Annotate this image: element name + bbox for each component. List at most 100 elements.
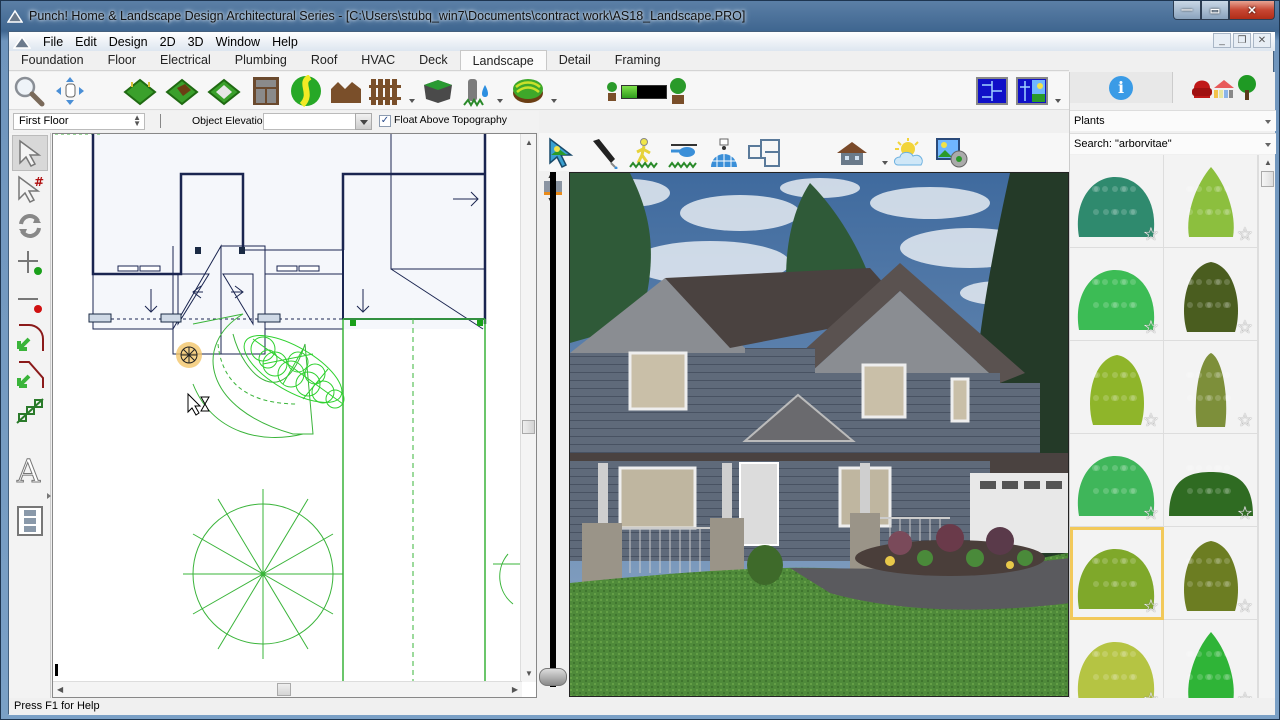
doc-restore-button[interactable]: ❐ xyxy=(1233,33,1251,48)
scroll-left-icon[interactable]: ◀ xyxy=(57,685,63,694)
planting-bed-shrubs[interactable] xyxy=(234,322,351,415)
tab-framing[interactable]: Framing xyxy=(603,51,673,70)
menu-file[interactable]: File xyxy=(37,35,69,49)
close-button[interactable]: ✕ xyxy=(1229,1,1275,20)
minimize-button[interactable]: — xyxy=(1173,1,1201,20)
text-tool-flyout[interactable] xyxy=(47,493,51,499)
scroll-down-icon[interactable]: ▼ xyxy=(525,669,533,678)
curve-edge-icon[interactable] xyxy=(12,319,48,355)
cabinet-icon[interactable] xyxy=(249,75,283,107)
library-scrollbar[interactable]: ▲ ▼ xyxy=(1258,155,1275,711)
tab-landscape[interactable]: Landscape xyxy=(459,50,547,70)
add-point-icon[interactable] xyxy=(12,245,48,281)
split-view-icon[interactable] xyxy=(1015,75,1049,107)
sprinkler-icon[interactable] xyxy=(461,75,495,107)
select-3d-icon[interactable] xyxy=(545,137,579,169)
planting-bed-icon[interactable] xyxy=(165,75,199,107)
camera-height-knob[interactable] xyxy=(539,668,567,686)
tree-symbol[interactable] xyxy=(183,489,343,659)
pad-icon[interactable] xyxy=(207,75,241,107)
house-view-dropdown[interactable] xyxy=(882,161,888,165)
plant-item[interactable]: ☆ xyxy=(1070,248,1164,341)
favorite-star-icon[interactable]: ☆ xyxy=(1143,596,1159,617)
doc-minimize-button[interactable]: _ xyxy=(1213,33,1231,48)
topography-dropdown[interactable] xyxy=(551,99,557,103)
scroll-right-icon[interactable]: ▶ xyxy=(512,685,518,694)
plant-item[interactable]: ☆ xyxy=(1164,341,1258,434)
walkthrough-icon[interactable] xyxy=(627,137,661,169)
plan-drawing[interactable] xyxy=(53,134,537,698)
menu-window[interactable]: Window xyxy=(210,35,266,49)
favorite-star-icon[interactable]: ☆ xyxy=(1237,410,1253,431)
plant-age-slider[interactable] xyxy=(621,85,667,99)
search-select[interactable]: Search: "arborvitae" xyxy=(1070,133,1276,154)
select-multiple-icon[interactable]: # xyxy=(12,171,48,207)
fly-helicopter-icon[interactable] xyxy=(667,137,701,169)
plant-item[interactable]: ☆ xyxy=(1164,248,1258,341)
tab-roof[interactable]: Roof xyxy=(299,51,349,70)
title-bar[interactable]: Punch! Home & Landscape Design Architect… xyxy=(1,1,1280,31)
floor-select[interactable]: First Floor ▲ ▼ xyxy=(13,113,145,130)
favorite-star-icon[interactable]: ☆ xyxy=(1237,224,1253,245)
fence-dropdown[interactable] xyxy=(409,99,415,103)
camera-height-slider[interactable] xyxy=(550,172,556,687)
plant-item[interactable]: ☆ xyxy=(1164,434,1258,527)
document-logo-icon[interactable] xyxy=(13,35,31,49)
float-above-topography-checkbox[interactable]: ✓ xyxy=(379,115,391,127)
plan-vscroll-thumb[interactable] xyxy=(522,420,535,434)
pond-icon[interactable] xyxy=(421,75,455,107)
plant-item[interactable]: ☆ xyxy=(1070,155,1164,248)
floor-plan-view-icon[interactable] xyxy=(975,75,1009,107)
library-scroll-thumb[interactable] xyxy=(1261,171,1274,187)
plan-view[interactable]: ▲ ▼ ◀ ▶ xyxy=(52,133,537,698)
maximize-button[interactable]: ▭ xyxy=(1201,1,1229,20)
menu-help[interactable]: Help xyxy=(266,35,304,49)
category-select[interactable]: Plants xyxy=(1070,110,1276,131)
info-tab[interactable]: i xyxy=(1070,72,1173,103)
menu-design[interactable]: Design xyxy=(103,35,154,49)
rotate-icon[interactable] xyxy=(12,208,48,244)
view-dropdown[interactable] xyxy=(1055,99,1061,103)
3d-view[interactable] xyxy=(569,172,1069,697)
text-tool-icon[interactable]: A xyxy=(12,451,48,487)
sprinkler-dropdown[interactable] xyxy=(497,99,503,103)
tab-hvac[interactable]: HVAC xyxy=(349,51,407,70)
topography-icon[interactable] xyxy=(511,75,545,107)
terrain-region-icon[interactable] xyxy=(123,75,157,107)
menu-2d[interactable]: 2D xyxy=(154,35,182,49)
render-settings-icon[interactable] xyxy=(935,137,969,169)
favorite-star-icon[interactable]: ☆ xyxy=(1237,317,1253,338)
fence-icon[interactable] xyxy=(369,75,403,107)
favorite-star-icon[interactable]: ☆ xyxy=(1143,317,1159,338)
pan-hand-icon[interactable] xyxy=(53,75,87,107)
tab-floor[interactable]: Floor xyxy=(96,51,148,70)
tab-foundation[interactable]: Foundation xyxy=(9,51,96,70)
film-strip-icon[interactable] xyxy=(12,503,48,539)
library-tab[interactable] xyxy=(1173,72,1276,103)
tab-deck[interactable]: Deck xyxy=(407,51,459,70)
tab-plumbing[interactable]: Plumbing xyxy=(223,51,299,70)
plant-item[interactable]: ☆ xyxy=(1070,434,1164,527)
path-icon[interactable] xyxy=(289,75,323,107)
favorite-star-icon[interactable]: ☆ xyxy=(1143,224,1159,245)
menu-edit[interactable]: Edit xyxy=(69,35,103,49)
object-elevation-dropdown[interactable] xyxy=(355,113,372,130)
floorplan-icon[interactable] xyxy=(747,137,781,169)
sun-weather-icon[interactable] xyxy=(893,137,927,169)
floor-spinner-icon[interactable]: ▲ ▼ xyxy=(133,114,141,128)
tab-detail[interactable]: Detail xyxy=(547,51,603,70)
menu-3d[interactable]: 3D xyxy=(182,35,210,49)
object-elevation-input[interactable] xyxy=(263,113,359,130)
selected-plant-marker[interactable] xyxy=(176,342,202,368)
plant-item[interactable]: ☆ xyxy=(1070,341,1164,434)
plant-item[interactable]: ☆ xyxy=(1164,527,1258,620)
scroll-up-icon[interactable]: ▲ xyxy=(525,138,533,147)
plan-vertical-scrollbar[interactable]: ▲ ▼ xyxy=(520,134,536,682)
globe-orbit-icon[interactable] xyxy=(707,137,741,169)
chamfer-edge-icon[interactable] xyxy=(12,356,48,392)
favorite-star-icon[interactable]: ☆ xyxy=(1237,503,1253,524)
tab-electrical[interactable]: Electrical xyxy=(148,51,223,70)
array-copy-icon[interactable] xyxy=(12,393,48,429)
scroll-up-icon[interactable]: ▲ xyxy=(1264,158,1272,167)
plan-hscroll-thumb[interactable] xyxy=(277,683,291,696)
